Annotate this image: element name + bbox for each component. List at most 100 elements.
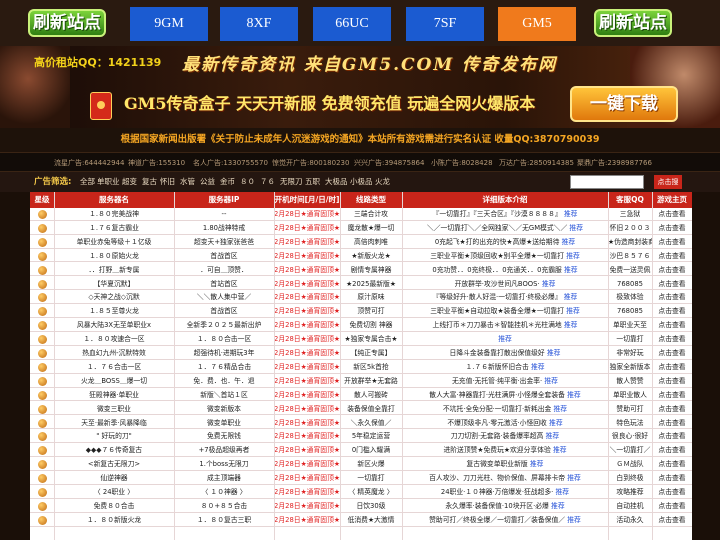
search-button[interactable]: 点击搜 [654, 175, 682, 189]
table-row[interactable]: 微变三职业 微变新版本 2月28日★通宵固顶★ 装备保值全靠打 不坑托·全免分配·一切靠… [30, 403, 692, 416]
recommend-tag[interactable]: 推荐 [564, 210, 578, 218]
homepage-link[interactable]: 点击查看 [652, 444, 692, 457]
homepage-link[interactable]: 点击查看 [652, 514, 692, 527]
homepage-link[interactable]: 点击查看 [652, 417, 692, 430]
homepage-link[interactable]: 点击查看 [652, 305, 692, 318]
table-row[interactable]: " 好玩的刀" 免费无限钱 2月28日★通宵固顶★ 5年稳定运营 刀刀切割·无套路·装备… [30, 430, 692, 444]
ad-strip-item[interactable]: 名人广告:1330755570 [193, 153, 268, 173]
table-row[interactable]: 火龙＿BOSS＿爆一切 免．费．也．午．退 2月28日★通宵固顶★ 开放群举★无套路无… [30, 375, 692, 388]
recommend-tag[interactable]: 推荐 [546, 432, 560, 440]
filter-five-class[interactable]: 五职 [305, 172, 320, 192]
homepage-link[interactable]: 点击查看 [652, 500, 692, 513]
filter-76[interactable]: ７６ [260, 172, 275, 192]
tab-7sf[interactable]: 7SF [406, 7, 484, 41]
homepage-link[interactable]: 点击查看 [652, 458, 692, 471]
homepage-link[interactable]: 点击查看 [652, 403, 692, 416]
homepage-link[interactable]: 点击查看 [652, 472, 692, 485]
recommend-tag[interactable]: 推荐 [569, 224, 583, 232]
table-row[interactable]: 风暴大陆3X无至单职业x 全新季２０２５最新出炉 2月28日★通宵固顶★ 免费切割 神… [30, 319, 692, 332]
table-row[interactable]: 狂殿神器·单职业 新版＼首站１区 2月28日★通宵固顶★ 散人可搬砖 散人大富·神器靠打… [30, 389, 692, 402]
recommend-tag[interactable]: 推荐 [567, 516, 581, 524]
table-row[interactable]: １.８０完美战神 -- 2月28日★通宵固顶★ 三端合计攻 『一切靠打』『三天合区』『沙… [30, 208, 692, 221]
table-row[interactable]: １.７６复古霸业 1.80战神特戒 2月28日★通宵固顶★ 魔龙散★爆一切 ＼／一切靠打… [30, 222, 692, 235]
recommend-tag[interactable]: 推荐 [567, 391, 581, 399]
recommend-tag[interactable]: 推荐 [566, 252, 580, 260]
table-row[interactable]: 【华夏沉默】 首站首区 2月28日★通宵固顶★ ★2025最新版★ 开放群举·攻沙世间凡… [30, 278, 692, 291]
table-row[interactable]: ◇天神之战◇沉默 ＼＼散人集中营／ 2月28日★通宵固顶★ 原汁原味 『等级好升·散人好… [30, 291, 692, 305]
recommend-tag[interactable]: 推荐 [566, 307, 580, 315]
refresh-site-button-left[interactable]: 刷新站点 [28, 9, 106, 37]
recommend-tag[interactable]: 推荐 [553, 446, 567, 454]
ad-strip-item[interactable]: 神道广告:155310 [128, 153, 185, 173]
homepage-link[interactable]: 点击查看 [652, 333, 692, 346]
table-row[interactable]: １.８０原始火龙 首战首区 2月28日★通宵固顶★ ★新版火龙★ 三职业平衡★顶级回收★… [30, 250, 692, 263]
ad-strip-item[interactable]: 流星广告:644442944 [54, 153, 124, 173]
recommend-tag[interactable]: 推荐 [498, 335, 512, 343]
ad-strip-item[interactable]: 聚鼎广告:2398987766 [577, 153, 652, 173]
recommend-tag[interactable]: 推荐 [530, 460, 544, 468]
homepage-link[interactable]: 点击查看 [652, 278, 692, 291]
ad-strip-item[interactable]: 兴兴广告:394875864 [354, 153, 424, 173]
recommend-tag[interactable]: 推荐 [564, 321, 578, 329]
recommend-tag[interactable]: 推荐 [542, 280, 556, 288]
table-row[interactable]: ◆◆◆７６传奇复古 +7极品超级再者 2月28日★通宵固顶★ 0门槛入耀满 进阶送顶赞★… [30, 444, 692, 458]
recommend-tag[interactable]: 推荐 [564, 293, 578, 301]
homepage-link[interactable]: 点击查看 [652, 486, 692, 499]
homepage-link[interactable]: 点击查看 [652, 389, 692, 402]
homepage-link[interactable]: 点击查看 [652, 222, 692, 235]
filter-public-welfare[interactable]: 公益 [200, 172, 215, 192]
table-row[interactable]: １.８５至尊火龙 首战首区 2月28日★通宵固顶★ 顶赞可打 三职业平衡★自动拉取★装备… [30, 305, 692, 319]
filter-fire-dragon[interactable]: 火龙 [375, 172, 390, 192]
tab-gm5[interactable]: GM5 [498, 7, 576, 41]
table-row[interactable]: １．７６合击一区 １．７６精品合击 2月28日★通宵固顶★ 新区5k首抢 １.７６新版怀… [30, 361, 692, 374]
ad-strip-item[interactable]: 惊觉开广告:800180230 [272, 153, 349, 173]
recommend-tag[interactable]: 推荐 [531, 363, 545, 371]
filter-single-class[interactable]: 单职业 [97, 172, 120, 192]
recommend-tag[interactable]: 推荐 [556, 488, 570, 496]
ad-strip-item[interactable]: 万达广告:2850914385 [499, 153, 574, 173]
promo-text[interactable]: GM5传奇盒子 天天开新服 免费领充值 玩遍全网火爆版本 [124, 90, 535, 114]
homepage-link[interactable]: 点击查看 [652, 347, 692, 360]
recommend-tag[interactable]: 推荐 [567, 474, 581, 482]
table-row[interactable]: 仙逆神器 成主顶端器 2月28日★通宵固顶★ 一切靠打 百人攻沙、刀刀光柱、物价保值、屏… [30, 472, 692, 485]
table-row[interactable]: 天至·最新季·风暴降临 微变单职业 2月28日★通宵固顶★ ＼永久保值／ 不爆顶级非凡·… [30, 417, 692, 430]
table-row[interactable]: 单职业赤兔等级＋１亿级 超变天+独家张爸爸 2月28日★通宵固顶★ 高倍肉刺唯 0充起飞… [30, 236, 692, 249]
table-row[interactable]: 〈 24职业 〉 〈 １０神器 〉 2月28日★通宵固顶★ 〈 精英魔龙 〉 24职业·… [30, 486, 692, 499]
filter-big-rare[interactable]: 大极品 [325, 172, 348, 192]
filter-nostalgic[interactable]: 怀旧 [160, 172, 175, 192]
homepage-link[interactable]: 点击查看 [652, 250, 692, 263]
table-row[interactable]: 免费８０合击 ８０+８５合击 2月28日★通宵固顶★ 日饮30级 永久爆率·装备保值·1… [30, 500, 692, 513]
tab-8xf[interactable]: 8XF [220, 7, 298, 41]
homepage-link[interactable]: 点击查看 [652, 236, 692, 249]
filter-gold[interactable]: 金币 [220, 172, 235, 192]
recommend-tag[interactable]: 推荐 [544, 377, 558, 385]
filter-80[interactable]: ８０ [240, 172, 255, 192]
recommend-tag[interactable]: 推荐 [549, 419, 563, 427]
homepage-link[interactable]: 点击查看 [652, 430, 692, 443]
recommend-tag[interactable]: 推荐 [564, 266, 578, 274]
filter-retro[interactable]: 复古 [142, 172, 157, 192]
homepage-link[interactable]: 点击查看 [652, 208, 692, 221]
filter-small-rare[interactable]: 小极品 [350, 172, 373, 192]
homepage-link[interactable]: 点击查看 [652, 264, 692, 277]
filter-all[interactable]: 全部 [80, 172, 95, 192]
homepage-link[interactable]: 点击查看 [652, 375, 692, 388]
homepage-link[interactable]: 点击查看 [652, 361, 692, 374]
recommend-tag[interactable]: 推荐 [551, 502, 565, 510]
table-row[interactable]: １．８０新版火龙 １．８０复古三职 2月28日★通宵固顶★ 低消费★大激情 赞助可打／终… [30, 514, 692, 527]
table-row[interactable]: 热血幻九州-沉默特效 超强待机·进期玩3年 2月28日★通宵固顶★ 【纯正专属】 日降斗… [30, 347, 692, 360]
filter-unlimited-blade[interactable]: 无限刀 [280, 172, 303, 192]
search-input[interactable] [570, 175, 644, 189]
homepage-link[interactable]: 点击查看 [652, 319, 692, 332]
tab-9gm[interactable]: 9GM [130, 7, 208, 41]
recommend-tag[interactable]: 推荐 [562, 238, 576, 246]
recommend-tag[interactable]: 推荐 [554, 405, 568, 413]
filter-super-variant[interactable]: 超变 [122, 172, 137, 192]
table-row[interactable]: １．８０攻速合一区 １．８０合击一区 2月28日★通宵固顶★ ★独家专属合击★ 推荐 一… [30, 333, 692, 346]
tab-66uc[interactable]: 66UC [313, 7, 391, 41]
ad-strip-item[interactable]: 小陈广告:8028428 [431, 153, 493, 173]
one-click-download-button[interactable]: 一键下载 [570, 86, 678, 122]
homepage-link[interactable]: 点击查看 [652, 291, 692, 304]
refresh-site-button-right[interactable]: 刷新站点 [594, 9, 672, 37]
filter-water-pipe[interactable]: 水管 [180, 172, 195, 192]
